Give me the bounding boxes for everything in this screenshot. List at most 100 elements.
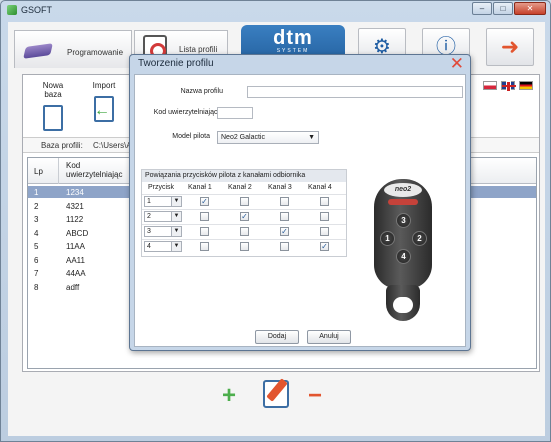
channel-4-checkbox[interactable] — [320, 227, 329, 236]
col-ch3-header: Kanał 3 — [268, 184, 292, 191]
channel-1-checkbox[interactable] — [200, 212, 209, 221]
cell-lp: 1 — [34, 188, 39, 197]
tab-programowanie-label: Programowanie — [67, 48, 124, 57]
import-label: Import — [92, 81, 116, 90]
channel-4-checkbox[interactable] — [320, 197, 329, 206]
channel-4-checkbox[interactable]: ✓ — [320, 242, 329, 251]
tab-lista-profili-label: Lista profili — [179, 45, 218, 54]
button-select[interactable]: 2 ▼ — [144, 211, 182, 222]
exit-icon: ➜ — [500, 34, 520, 59]
remote-model-label: Model pilota — [172, 133, 210, 140]
cell-kod: 44AA — [66, 269, 86, 278]
chevron-down-icon: ▼ — [171, 197, 181, 206]
channel-2-checkbox[interactable] — [240, 197, 249, 206]
col-ch2-header: Kanał 2 — [228, 184, 252, 191]
bottom-actions: + − — [8, 378, 545, 418]
import-icon — [94, 96, 114, 122]
remote-key-1: 1 — [380, 231, 395, 246]
channel-2-checkbox[interactable] — [240, 227, 249, 236]
chevron-down-icon: ▼ — [171, 212, 181, 221]
path-label: Baza profili: — [41, 141, 83, 150]
profile-name-label: Nazwa profilu — [180, 88, 223, 95]
button-select-value: 4 — [147, 243, 151, 250]
plus-icon: + — [222, 382, 237, 409]
minimize-button[interactable]: – — [472, 2, 492, 15]
profile-name-input[interactable] — [247, 86, 463, 98]
binding-row: 2 ▼ ✓ — [142, 209, 346, 222]
dialog-body: Nazwa profilu Kod uwierzytelniający Mode… — [134, 74, 466, 347]
add-profile-button[interactable]: + — [222, 382, 236, 410]
cell-kod: adff — [66, 282, 80, 292]
language-selector — [483, 81, 533, 91]
button-select[interactable]: 4 ▼ — [144, 241, 182, 252]
cancel-button[interactable]: Anuluj — [307, 330, 351, 344]
button-select-value: 3 — [147, 228, 151, 235]
binding-row: 4 ▼ ✓ — [142, 239, 346, 252]
minus-icon: − — [308, 382, 323, 409]
binding-row: 3 ▼ ✓ — [142, 224, 346, 237]
cell-kod: AA11 — [66, 255, 85, 265]
channel-4-checkbox[interactable] — [320, 212, 329, 221]
cell-kod: 4321 — [66, 201, 84, 211]
flag-gb-icon[interactable] — [501, 81, 516, 91]
remote-brand: neo2 — [384, 183, 422, 197]
button-select-value: 2 — [147, 213, 151, 220]
channel-2-checkbox[interactable]: ✓ — [240, 212, 249, 221]
remote-key-2: 2 — [412, 231, 427, 246]
col-ch1-header: Kanał 1 — [188, 184, 212, 191]
close-window-button[interactable]: ✕ — [514, 2, 546, 15]
cell-lp: 4 — [34, 228, 39, 238]
cell-lp: 5 — [34, 242, 39, 251]
channel-3-checkbox[interactable] — [280, 242, 289, 251]
remote-key-3: 3 — [396, 213, 411, 228]
channel-1-checkbox[interactable] — [200, 227, 209, 236]
new-base-button[interactable]: Nowa baza — [33, 81, 73, 131]
button-channel-bindings: Powiązania przycisków pilota z kanałami … — [141, 169, 347, 257]
new-document-icon — [43, 105, 63, 131]
window-title: GSOFT — [21, 5, 52, 15]
auth-code-label: Kod uwierzytelniający — [153, 109, 221, 116]
edit-profile-button[interactable] — [263, 380, 289, 408]
channel-3-checkbox[interactable] — [280, 212, 289, 221]
chevron-down-icon: ▼ — [308, 134, 315, 141]
auth-code-input[interactable] — [217, 107, 253, 119]
channel-3-checkbox[interactable]: ✓ — [280, 227, 289, 236]
cell-lp: 7 — [34, 269, 39, 278]
channel-1-checkbox[interactable]: ✓ — [200, 197, 209, 206]
remote-program-icon — [23, 41, 55, 63]
flag-pl-icon[interactable] — [483, 81, 497, 90]
cell-lp: 8 — [34, 282, 39, 292]
col-kod-header[interactable]: Kod uwierzytelniając — [66, 161, 126, 179]
import-button[interactable]: Import — [87, 81, 121, 122]
maximize-button[interactable]: □ — [493, 2, 513, 15]
remote-key-4: 4 — [396, 249, 411, 264]
cell-lp: 2 — [34, 201, 39, 211]
chevron-down-icon: ▼ — [171, 242, 181, 251]
cell-kod: 1234 — [66, 188, 84, 197]
binding-row: 1 ▼ ✓ — [142, 194, 346, 207]
button-select-value: 1 — [147, 198, 151, 205]
channel-1-checkbox[interactable] — [200, 242, 209, 251]
button-select[interactable]: 3 ▼ — [144, 226, 182, 237]
flag-de-icon[interactable] — [519, 81, 533, 90]
col-ch4-header: Kanał 4 — [308, 184, 332, 191]
create-profile-dialog: Tworzenie profilu ✕ Nazwa profilu Kod uw… — [129, 54, 471, 351]
bindings-header: Powiązania przycisków pilota z kanałami … — [142, 170, 346, 182]
cell-lp: 3 — [34, 215, 39, 224]
channel-3-checkbox[interactable] — [280, 197, 289, 206]
button-select[interactable]: 1 ▼ — [144, 196, 182, 207]
exit-button[interactable]: ➜ — [486, 28, 534, 66]
cell-kod: ABCD — [66, 228, 89, 238]
remote-led — [388, 199, 418, 205]
dialog-close-button[interactable]: ✕ — [450, 55, 464, 73]
tab-programowanie[interactable]: Programowanie — [14, 30, 132, 68]
cell-lp: 6 — [34, 255, 39, 265]
channel-2-checkbox[interactable] — [240, 242, 249, 251]
cell-kod: 11AA — [66, 242, 85, 251]
col-lp-header[interactable]: Lp — [34, 167, 43, 176]
remote-model-select[interactable]: Neo2 Galactic ▼ — [217, 131, 319, 144]
add-button[interactable]: Dodaj — [255, 330, 299, 344]
dialog-title: Tworzenie profilu — [138, 58, 214, 69]
title-bar: GSOFT – □ ✕ — [1, 1, 550, 21]
remove-profile-button[interactable]: − — [308, 382, 322, 410]
